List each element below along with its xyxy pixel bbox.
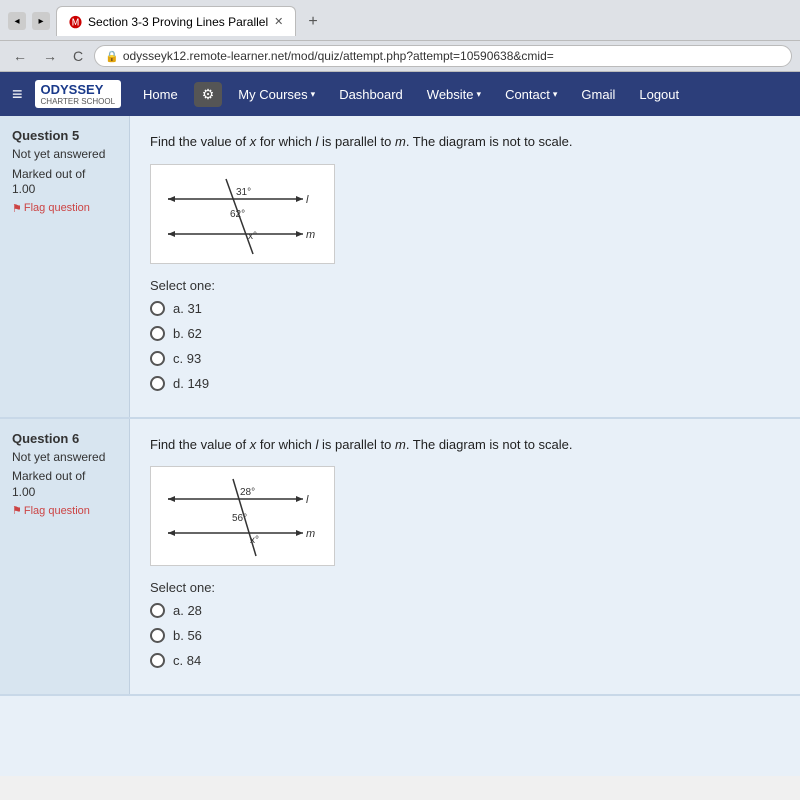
question-5-option-d[interactable]: d. 149 [150, 376, 780, 391]
svg-text:28°: 28° [240, 487, 255, 498]
logo-sub: CHARTER SCHOOL [41, 97, 116, 106]
radio-label: d. 149 [173, 376, 209, 391]
radio-circle [150, 376, 165, 391]
radio-label: a. 28 [173, 603, 202, 618]
question-5-block: Question 5 Not yet answered Marked out o… [0, 116, 800, 419]
question-5-status: Not yet answered [12, 147, 117, 163]
tab-icon: 🅜 [69, 12, 82, 31]
browser-forward-btn[interactable]: ▸ [32, 12, 50, 30]
nav-forward-btn[interactable]: → [38, 46, 62, 66]
question-6-diagram: l 28° 56° x° m [150, 466, 335, 566]
svg-text:m: m [306, 528, 315, 540]
radio-circle [150, 326, 165, 341]
my-courses-chevron: ▾ [311, 89, 316, 100]
svg-text:l: l [306, 494, 309, 506]
radio-label: b. 56 [173, 628, 202, 643]
radio-circle [150, 653, 165, 668]
question-6-text: Find the value of x for which l is paral… [150, 435, 780, 455]
browser-tab[interactable]: 🅜 Section 3-3 Proving Lines Parallel ✕ [56, 6, 296, 36]
svg-text:62°: 62° [230, 209, 245, 220]
radio-label: c. 93 [173, 351, 201, 366]
question-5-flag[interactable]: ⚑ Flag question [12, 202, 117, 215]
question-6-flag[interactable]: ⚑ Flag question [12, 504, 117, 517]
question-6-svg: l 28° 56° x° m [158, 471, 328, 561]
question-6-option-b[interactable]: b. 56 [150, 628, 780, 643]
tab-title: Section 3-3 Proving Lines Parallel [88, 15, 268, 29]
svg-text:56°: 56° [232, 513, 247, 524]
nav-logo: ODYSSEY CHARTER SCHOOL [35, 80, 122, 108]
radio-circle [150, 628, 165, 643]
question-6-status: Not yet answered [12, 450, 117, 466]
question-5-marked: Marked out of 1.00 [12, 167, 117, 198]
question-6-option-c[interactable]: c. 84 [150, 653, 780, 668]
lock-icon: 🔒 [105, 50, 119, 63]
question-5-option-b[interactable]: b. 62 [150, 326, 780, 341]
question-5-text: Find the value of x for which l is paral… [150, 132, 780, 152]
question-6-number: Question 6 [12, 431, 117, 446]
flag-icon-6: ⚑ [12, 504, 22, 517]
question-5-option-a[interactable]: a. 31 [150, 301, 780, 316]
nav-settings-icon[interactable]: ⚙ [194, 82, 223, 107]
question-6-marked: Marked out of 1.00 [12, 469, 117, 500]
nav-bar: ≡ ODYSSEY CHARTER SCHOOL Home ⚙ My Cours… [0, 72, 800, 116]
question-5-svg: l 31° 62° x° m [158, 169, 328, 259]
radio-label: c. 84 [173, 653, 201, 668]
content-area: Question 5 Not yet answered Marked out o… [0, 116, 800, 776]
nav-contact[interactable]: Contact ▾ [497, 72, 565, 116]
nav-website[interactable]: Website ▾ [419, 72, 489, 116]
hamburger-icon[interactable]: ≡ [12, 84, 23, 105]
url-box[interactable]: 🔒 odysseyk12.remote-learner.net/mod/quiz… [94, 45, 792, 67]
url-text: odysseyk12.remote-learner.net/mod/quiz/a… [123, 49, 554, 63]
nav-refresh-btn[interactable]: C [68, 46, 88, 66]
radio-circle [150, 603, 165, 618]
browser-chrome: ◂ ▸ 🅜 Section 3-3 Proving Lines Parallel… [0, 0, 800, 41]
question-6-main: Find the value of x for which l is paral… [130, 419, 800, 695]
svg-text:x°: x° [250, 535, 259, 546]
question-6-sidebar: Question 6 Not yet answered Marked out o… [0, 419, 130, 695]
radio-circle [150, 351, 165, 366]
new-tab-btn[interactable]: + [298, 8, 327, 36]
nav-home[interactable]: Home [135, 72, 186, 116]
question-5-number: Question 5 [12, 128, 117, 143]
flag-icon: ⚑ [12, 202, 22, 215]
nav-logout[interactable]: Logout [631, 72, 687, 116]
question-5-option-c[interactable]: c. 93 [150, 351, 780, 366]
question-6-options: a. 28 b. 56 c. 84 [150, 603, 780, 668]
question-5-main: Find the value of x for which l is paral… [130, 116, 800, 417]
svg-text:m: m [306, 229, 315, 241]
browser-back-btn[interactable]: ◂ [8, 12, 26, 30]
question-5-sidebar: Question 5 Not yet answered Marked out o… [0, 116, 130, 417]
tab-close-btn[interactable]: ✕ [274, 15, 283, 28]
question-5-select-label: Select one: [150, 278, 780, 293]
question-5-options: a. 31 b. 62 c. 93 d. 149 [150, 301, 780, 391]
question-6-block: Question 6 Not yet answered Marked out o… [0, 419, 800, 697]
address-bar: ← → C 🔒 odysseyk12.remote-learner.net/mo… [0, 41, 800, 72]
question-6-select-label: Select one: [150, 580, 780, 595]
logo-text: ODYSSEY [41, 82, 116, 97]
nav-gmail[interactable]: Gmail [573, 72, 623, 116]
contact-chevron: ▾ [553, 89, 558, 100]
radio-label: b. 62 [173, 326, 202, 341]
nav-dashboard[interactable]: Dashboard [331, 72, 411, 116]
svg-text:x°: x° [248, 231, 257, 242]
svg-text:31°: 31° [236, 187, 251, 198]
question-5-diagram: l 31° 62° x° m [150, 164, 335, 264]
radio-label: a. 31 [173, 301, 202, 316]
svg-text:l: l [306, 194, 309, 206]
nav-back-btn[interactable]: ← [8, 46, 32, 66]
nav-my-courses[interactable]: My Courses ▾ [230, 72, 323, 116]
radio-circle [150, 301, 165, 316]
website-chevron: ▾ [477, 89, 482, 100]
question-6-option-a[interactable]: a. 28 [150, 603, 780, 618]
